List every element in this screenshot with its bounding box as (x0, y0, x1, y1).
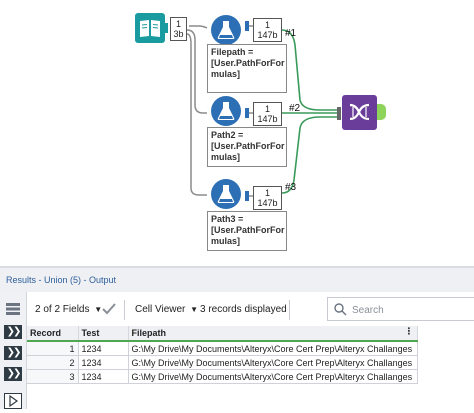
results-title-bar: Results - Union (5) - Output (0, 266, 474, 292)
dna-helix-icon (349, 103, 370, 121)
text-input-record-badge: 1 3b (170, 17, 187, 41)
formula-1-annotation: Filepath = [User.PathForFor mulas] (207, 44, 287, 93)
checkmark-icon[interactable] (101, 302, 117, 321)
formula-2-annotation: Path2 = [User.PathForFor mulas] (207, 127, 287, 167)
search-field[interactable] (327, 297, 474, 321)
flask-icon (211, 179, 241, 209)
text-input-tool[interactable] (135, 13, 165, 43)
column-header-test[interactable]: Test (78, 326, 129, 342)
union-input-anchor[interactable] (337, 107, 341, 120)
double-chevron-right-icon[interactable]: ❯❯ (4, 367, 22, 381)
table-row[interactable]: 3 1234 G:\My Drive\My Documents\Alteryx\… (27, 369, 418, 384)
formula-3-record-badge: 1 147b (253, 186, 282, 210)
column-header-filepath-label: Filepath (131, 328, 167, 338)
search-icon (334, 303, 347, 316)
table-row[interactable]: 2 1234 G:\My Drive\My Documents\Alteryx\… (27, 355, 418, 370)
table-row[interactable]: 1 1234 G:\My Drive\My Documents\Alteryx\… (27, 340, 418, 356)
union-tool[interactable] (342, 95, 377, 130)
viewer-selector[interactable]: Cell Viewer ▼ (135, 304, 198, 315)
viewer-selector-label: Cell Viewer (135, 304, 186, 315)
chevron-down-icon: ▼ (190, 305, 199, 314)
fields-selector-label: 2 of 2 Fields (35, 304, 90, 315)
cell-record[interactable]: 1 (27, 340, 79, 356)
column-header-record[interactable]: Record (27, 326, 79, 342)
results-table: Record Test Filepath ⋮ 1 1234 G:\My Driv… (27, 326, 418, 384)
flask-icon (211, 96, 241, 126)
more-vertical-icon[interactable]: ⋮ (405, 326, 414, 337)
cell-record[interactable]: 2 (27, 355, 79, 370)
cell-filepath[interactable]: G:\My Drive\My Documents\Alteryx\Core Ce… (127, 340, 418, 356)
records-status: 3 records displayed (200, 304, 287, 315)
formula-1-output-anchor[interactable] (245, 21, 249, 31)
connector-input-formula-1 (189, 25, 208, 29)
text-input-output-anchor[interactable] (165, 23, 168, 33)
formula-3-output-anchor[interactable] (245, 191, 249, 201)
column-header-filepath[interactable]: Filepath ⋮ (128, 326, 418, 342)
connection-label-2: #2 (289, 103, 301, 114)
table-header-row: Record Test Filepath ⋮ (27, 326, 418, 342)
cell-test[interactable]: 1234 (77, 340, 129, 356)
results-toolbar: 2 of 2 Fields ▼ Cell Viewer ▼ 3 records … (27, 296, 474, 324)
connection-label-1: #1 (285, 28, 297, 39)
formula-tool-3[interactable] (207, 176, 245, 214)
connection-label-3: #3 (285, 182, 297, 193)
table-view-icon[interactable] (5, 302, 21, 316)
double-chevron-right-icon[interactable]: ❯❯ (4, 325, 22, 339)
cell-test[interactable]: 1234 (77, 369, 129, 384)
union-output-anchor[interactable] (377, 104, 386, 120)
fields-selector[interactable]: 2 of 2 Fields ▼ (35, 304, 102, 315)
play-icon[interactable] (4, 393, 22, 409)
connector-formula-1-union (281, 29, 337, 111)
search-input[interactable] (350, 301, 472, 319)
formula-1-record-badge: 1 147b (253, 18, 282, 42)
cell-filepath[interactable]: G:\My Drive\My Documents\Alteryx\Core Ce… (127, 355, 418, 370)
double-chevron-right-icon[interactable]: ❯❯ (4, 346, 22, 360)
formula-tool-2[interactable] (207, 93, 245, 131)
connector-input-formula-2 (186, 29, 207, 114)
formula-2-output-anchor[interactable] (245, 108, 249, 118)
formula-2-record-badge: 1 147b (253, 102, 282, 126)
book-icon (140, 20, 160, 37)
cell-test[interactable]: 1234 (77, 355, 129, 370)
cell-filepath[interactable]: G:\My Drive\My Documents\Alteryx\Core Ce… (127, 369, 418, 384)
toolbar-divider (124, 300, 125, 320)
connector-input-formula-3 (186, 33, 207, 196)
cell-record[interactable]: 3 (27, 369, 79, 384)
results-title: Results - Union (5) - Output (6, 275, 117, 285)
toolbar-divider (289, 300, 290, 320)
formula-3-annotation: Path3 = [User.PathForFor mulas] (207, 211, 287, 251)
